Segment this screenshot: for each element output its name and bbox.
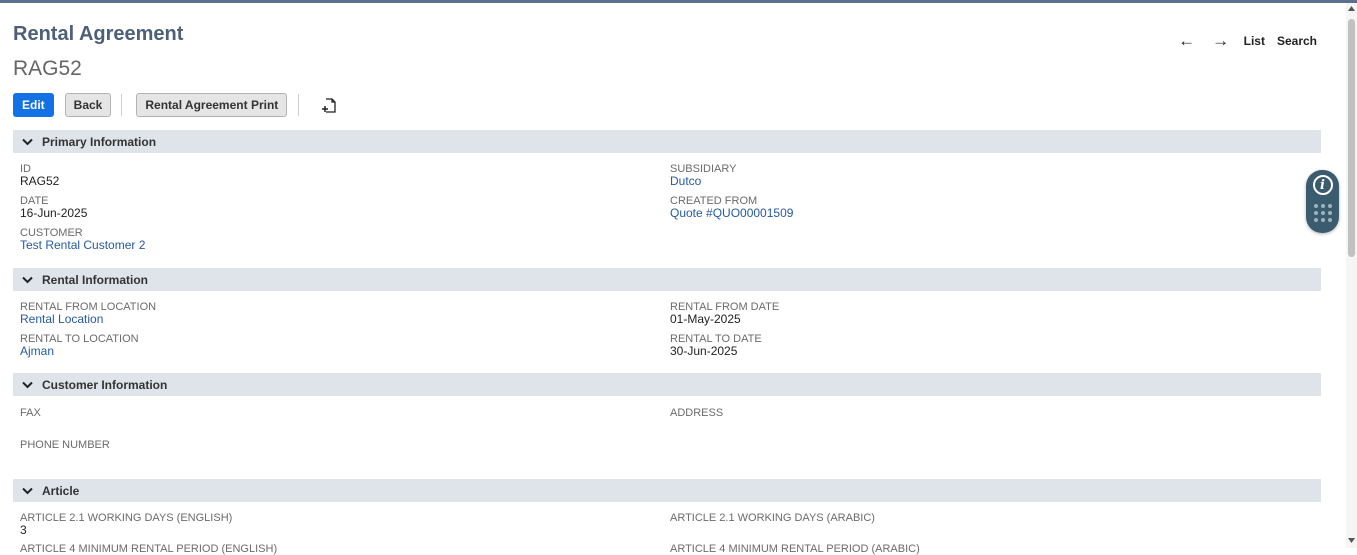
back-button[interactable]: Back: [64, 93, 112, 117]
field-label: ARTICLE 4 MINIMUM RENTAL PERIOD (ARABIC): [670, 543, 920, 555]
field-article-working-days-arabic: ARTICLE 2.1 WORKING DAYS (ARABIC): [670, 512, 875, 524]
rental-to-location-link[interactable]: Ajman: [20, 345, 139, 358]
section-header-primary-information[interactable]: Primary Information: [13, 130, 1321, 153]
field-value: 16-Jun-2025: [20, 206, 88, 220]
chevron-down-icon: [21, 379, 33, 391]
field-label: ADDRESS: [670, 407, 724, 419]
drag-handle-icon[interactable]: [1313, 204, 1332, 222]
field-value: 3: [20, 523, 27, 537]
scrollbar-thumb[interactable]: [1348, 19, 1355, 257]
customer-link[interactable]: Test Rental Customer 2: [20, 239, 145, 252]
next-record-arrow-icon[interactable]: →: [1206, 30, 1236, 52]
toolbar-divider: [121, 94, 123, 116]
field-label: ARTICLE 4 MINIMUM RENTAL PERIOD (ENGLISH…: [20, 543, 278, 555]
record-navigation: ← → List Search: [1172, 30, 1321, 52]
edit-button[interactable]: Edit: [13, 93, 54, 117]
top-accent-bar: [0, 0, 1357, 3]
chevron-down-icon: [21, 485, 33, 497]
vertical-scrollbar[interactable]: [1346, 3, 1357, 548]
field-subsidiary: SUBSIDIARY Dutco: [670, 163, 736, 188]
field-article-working-days-english: ARTICLE 2.1 WORKING DAYS (ENGLISH) 3: [20, 512, 232, 537]
section-header-article[interactable]: Article: [13, 479, 1321, 502]
field-label: PHONE NUMBER: [20, 439, 110, 451]
toolbar-divider: [298, 94, 300, 116]
scroll-down-arrow-icon[interactable]: [1348, 537, 1355, 544]
help-widget: i: [1306, 170, 1339, 233]
field-value: RAG52: [20, 174, 60, 188]
rental-from-location-link[interactable]: Rental Location: [20, 313, 156, 326]
new-document-icon[interactable]: [316, 93, 342, 117]
chevron-down-icon: [21, 136, 33, 148]
section-title: Primary Information: [42, 134, 157, 149]
field-article-minimum-rental-arabic: ARTICLE 4 MINIMUM RENTAL PERIOD (ARABIC): [670, 543, 920, 555]
section-title: Rental Information: [42, 272, 149, 287]
page-title: Rental Agreement: [13, 23, 184, 45]
field-rental-to-location: RENTAL TO LOCATION Ajman: [20, 333, 139, 358]
record-id: RAG52: [13, 57, 82, 80]
search-link[interactable]: Search: [1273, 31, 1321, 51]
field-rental-from-location: RENTAL FROM LOCATION Rental Location: [20, 301, 156, 326]
field-fax: FAX: [20, 407, 41, 419]
field-address: ADDRESS: [670, 407, 723, 419]
rental-agreement-print-button[interactable]: Rental Agreement Print: [136, 93, 288, 117]
info-icon[interactable]: i: [1312, 175, 1333, 195]
scroll-up-arrow-icon[interactable]: [1348, 5, 1355, 12]
section-title: Customer Information: [42, 377, 168, 392]
field-rental-to-date: RENTAL TO DATE 30-Jun-2025: [670, 333, 762, 358]
field-customer: CUSTOMER Test Rental Customer 2: [20, 227, 145, 252]
field-phone-number: PHONE NUMBER: [20, 439, 110, 451]
list-link[interactable]: List: [1240, 31, 1269, 51]
field-created-from: CREATED FROM Quote #QUO00001509: [670, 195, 793, 220]
chevron-down-icon: [21, 274, 33, 286]
field-date: DATE 16-Jun-2025: [20, 195, 87, 220]
previous-record-arrow-icon[interactable]: ←: [1172, 30, 1202, 52]
field-label: FAX: [20, 407, 41, 419]
created-from-link[interactable]: Quote #QUO00001509: [670, 207, 793, 220]
section-header-customer-information[interactable]: Customer Information: [13, 373, 1321, 396]
subsidiary-link[interactable]: Dutco: [670, 175, 736, 188]
field-rental-from-date: RENTAL FROM DATE 01-May-2025: [670, 301, 779, 326]
section-header-rental-information[interactable]: Rental Information: [13, 268, 1321, 291]
field-id: ID RAG52: [20, 163, 59, 188]
field-label: ARTICLE 2.1 WORKING DAYS (ENGLISH): [20, 512, 233, 524]
field-label: ARTICLE 2.1 WORKING DAYS (ARABIC): [670, 512, 875, 524]
field-value: 30-Jun-2025: [670, 344, 738, 358]
field-value: 01-May-2025: [670, 312, 741, 326]
field-article-minimum-rental-english: ARTICLE 4 MINIMUM RENTAL PERIOD (ENGLISH…: [20, 543, 277, 555]
section-title: Article: [42, 483, 80, 498]
action-toolbar: Edit Back Rental Agreement Print: [13, 93, 342, 117]
